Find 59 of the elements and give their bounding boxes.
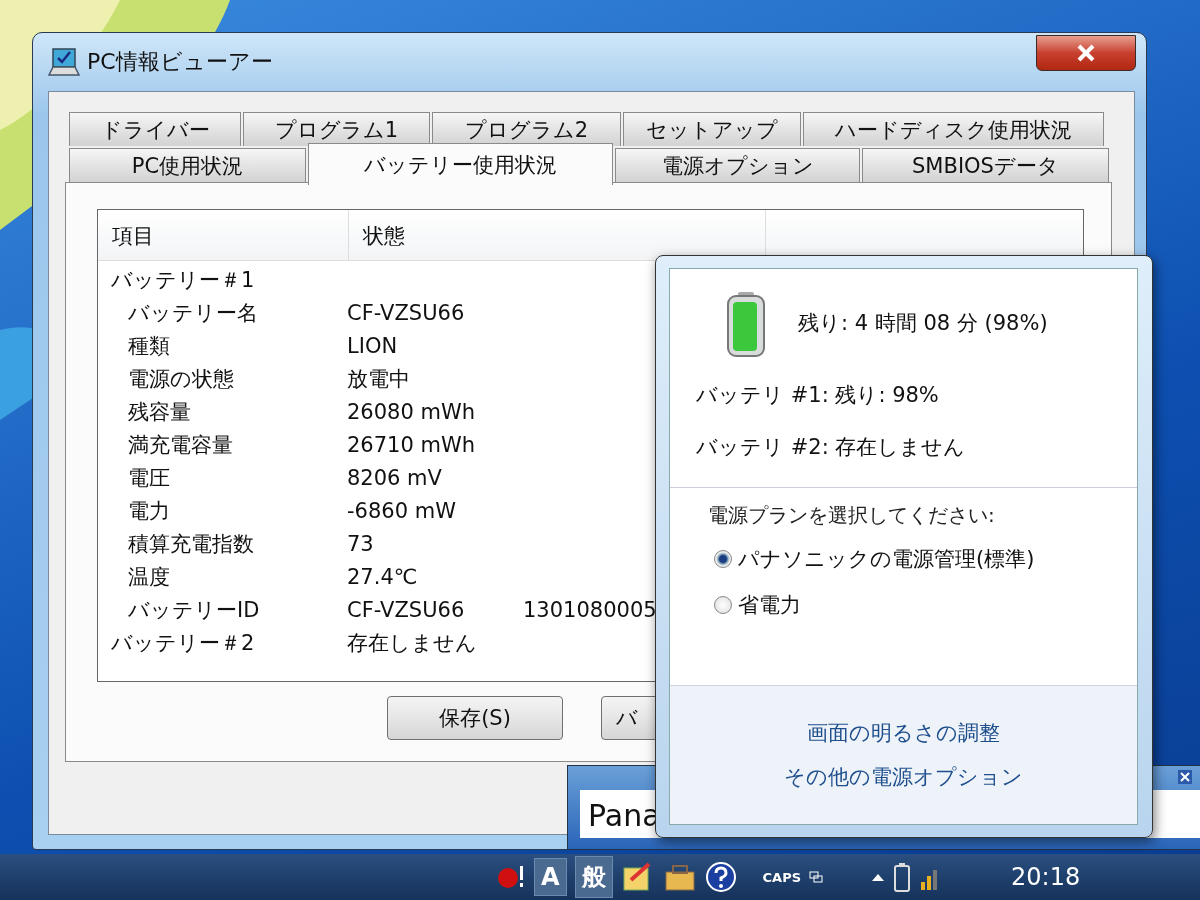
power-plan-label[interactable]: パナソニックの電源管理(標準): [738, 545, 1035, 573]
table-cell-text: CF-VZSU66: [347, 597, 466, 622]
table-cell-text: 積算充電指数: [127, 530, 255, 558]
table-cell-text: 温度: [127, 563, 171, 591]
table-cell-text: 27.4℃: [347, 564, 419, 589]
remaining-time-text: 残り: 4 時間 08 分 (98%): [798, 310, 1048, 337]
tab[interactable]: バッテリー使用状況: [308, 143, 613, 185]
table-cell: 1301080005: [523, 597, 657, 622]
table-cell-text: -6860 mW: [347, 498, 457, 523]
table-cell-text: 存在しません: [347, 629, 478, 657]
table-cell-text: 種類: [127, 332, 171, 360]
tab[interactable]: セットアップ: [623, 112, 801, 146]
table-cell-text: 8206 mV: [347, 465, 443, 490]
table-cell-text: 26710 mWh: [347, 432, 476, 457]
tab[interactable]: 電源オプション: [615, 148, 860, 182]
clock[interactable]: 20:18: [1011, 863, 1081, 891]
window-title: PC情報ビューアー: [87, 48, 273, 76]
radio-button[interactable]: [714, 596, 732, 614]
table-cell-text: バッテリー＃1: [110, 266, 256, 294]
up-arrow-icon[interactable]: [871, 872, 886, 882]
ime-kana-button[interactable]: 般: [574, 856, 613, 898]
table-cell-text: バッテリーID: [127, 596, 261, 624]
tab[interactable]: SMBIOSデータ: [862, 148, 1109, 182]
table-cell-text: LION: [347, 333, 399, 358]
power-plan-label[interactable]: 省電力: [738, 591, 801, 619]
table-cell-text: 26080 mWh: [347, 399, 476, 424]
table-cell-text: バッテリー名: [127, 299, 259, 327]
table-cell-text: バッテリー＃2: [110, 629, 256, 657]
table-cell-text: 残容量: [127, 398, 192, 426]
table-cell-text: 満充電容量: [127, 431, 234, 459]
help-icon[interactable]: [704, 861, 737, 893]
caps-lock-indicator: CAPS: [762, 869, 802, 885]
battery-icon: [724, 291, 768, 359]
tab[interactable]: PC使用状況: [69, 148, 306, 182]
column-header: 項目: [98, 210, 349, 260]
tab[interactable]: プログラム2: [432, 112, 621, 146]
ime-mode-button[interactable]: A: [534, 858, 567, 896]
battery-status-text: バッテリ #2: 存在しません: [696, 434, 967, 461]
table-cell-text: 放電中: [347, 365, 411, 393]
table-cell-text: 電源の状態: [127, 365, 235, 393]
windows-icon: [809, 871, 824, 883]
tab[interactable]: ドライバー: [69, 112, 241, 146]
settings-link[interactable]: 画面の明るさの調整: [807, 719, 1000, 747]
close-icon: [1076, 44, 1096, 62]
table-cell-text: CF-VZSU66: [347, 300, 466, 325]
close-button[interactable]: [1036, 35, 1136, 71]
power-plan-prompt: 電源プランを選択してください:: [708, 502, 996, 529]
battery-icon[interactable]: [893, 862, 912, 892]
table-cell-text: 電圧: [127, 464, 171, 492]
radio-button[interactable]: [714, 550, 732, 568]
table-cell-text: 73: [347, 531, 375, 556]
battery-status-text: バッテリ #1: 残り: 98%: [696, 382, 940, 409]
laptop-icon: [47, 47, 81, 77]
table-cell-text: 電力: [127, 497, 171, 525]
dialog-button[interactable]: 保存(S): [387, 696, 563, 740]
tab[interactable]: プログラム1: [243, 112, 430, 146]
tab[interactable]: ハードディスク使用状況: [803, 112, 1104, 146]
close-icon: [1178, 770, 1192, 784]
settings-link[interactable]: その他の電源オプション: [784, 763, 1023, 791]
